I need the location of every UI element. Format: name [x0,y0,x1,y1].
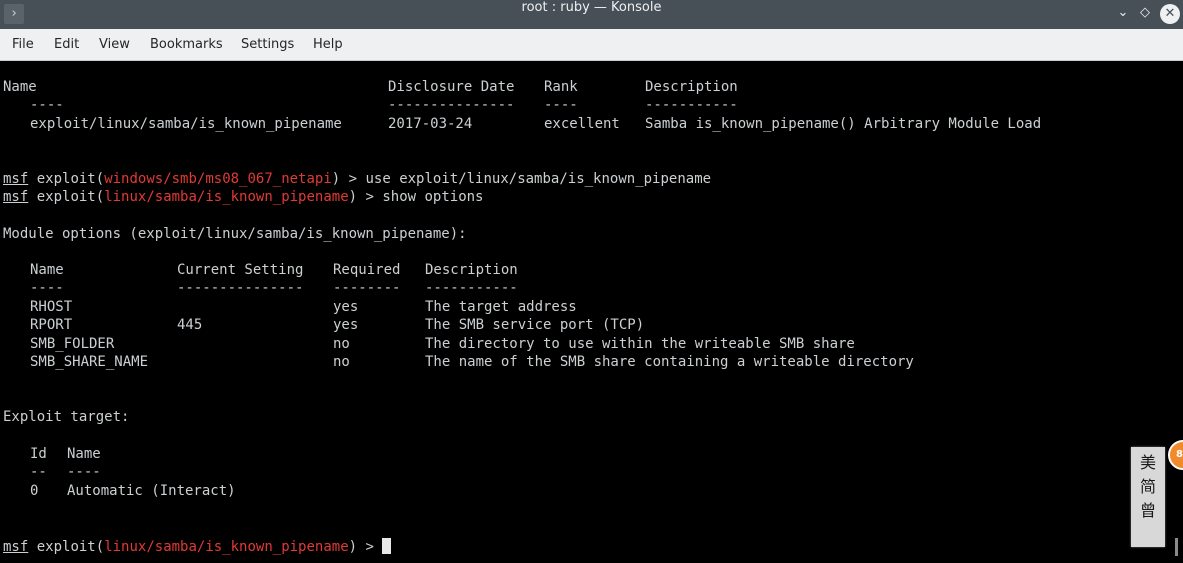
terminal-output[interactable]: Name Disclosure Date Rank Description ---- -… [0,61,1183,563]
command-input: use exploit/linux/samba/is_known_pipenam… [365,171,712,187]
option-required: yes [333,317,359,333]
separator: -------- [333,280,401,296]
separator: ---- [544,97,578,113]
option-name: RPORT [30,317,73,333]
exploit-label: exploit [36,171,96,187]
result-description: Samba is_known_pipename() Arbitrary Modu… [645,116,1042,132]
konsole-window: › root : ruby — Konsole ⌄ ◇ ✕ File Edit … [0,0,1183,563]
exploit-target-heading: Exploit target: [3,409,130,425]
menu-view[interactable]: View [99,29,130,60]
result-rank: excellent [544,116,620,132]
option-description: The target address [425,299,577,315]
col-disclosure-header: Disclosure Date [388,79,515,95]
col-name-header: Name [30,262,64,278]
separator: ---- [30,97,64,113]
col-id-header: Id [30,446,47,462]
col-required-header: Required [333,262,401,278]
menu-help[interactable]: Help [313,29,343,60]
title-bar[interactable]: › root : ruby — Konsole ⌄ ◇ ✕ [0,0,1183,29]
menu-settings[interactable]: Settings [241,29,294,60]
option-description: The directory to use within the writeabl… [425,336,855,352]
minimize-icon[interactable]: ⌄ [1114,5,1132,23]
command-line: msf exploit(windows/smb/ms08_067_netapi)… [3,171,712,187]
msf-prompt: msf [3,539,29,555]
menu-bar: File Edit View Bookmarks Settings Help [0,29,1183,61]
col-name-header: Name [3,79,37,95]
module-path: windows/smb/ms08_067_netapi [104,171,332,187]
exploit-label: exploit [36,539,96,555]
result-date: 2017-03-24 [388,116,473,132]
text-cursor [382,538,392,554]
option-description: The name of the SMB share containing a w… [425,354,914,370]
option-name: RHOST [30,299,73,315]
separator: -- [30,464,47,480]
col-description-header: Description [645,79,738,95]
window-title: root : ruby — Konsole [521,0,662,15]
separator: ----------- [645,97,738,113]
col-description-header: Description [425,262,518,278]
col-rank-header: Rank [544,79,578,95]
separator: --------------- [177,280,304,296]
option-name: SMB_SHARE_NAME [30,354,149,370]
search-header-row: Name Disclosure Date Rank Description [3,79,738,97]
module-path: linux/samba/is_known_pipename [104,189,349,205]
target-name: Automatic (Interact) [67,483,236,499]
module-path: linux/samba/is_known_pipename [104,539,349,555]
separator: --------------- [388,97,515,113]
side-widget-text: 美 简 曾 [1139,453,1156,520]
msf-prompt: msf [3,189,29,205]
col-current-setting-header: Current Setting [177,262,304,278]
menu-edit[interactable]: Edit [54,29,79,60]
module-options-heading: Module options (exploit/linux/samba/is_k… [3,226,467,242]
option-required: yes [333,299,359,315]
menu-file[interactable]: File [12,29,34,60]
target-id: 0 [30,483,39,499]
option-name: SMB_FOLDER [30,336,115,352]
exploit-label: exploit [36,189,96,205]
menu-bookmarks[interactable]: Bookmarks [150,29,223,60]
option-required: no [333,354,350,370]
col-name-header: Name [67,446,101,462]
current-prompt-line[interactable]: msf exploit(linux/samba/is_known_pipenam… [3,538,392,556]
command-line: msf exploit(linux/samba/is_known_pipenam… [3,189,484,205]
floating-side-widget[interactable]: 美 简 曾 [1131,447,1165,547]
option-value: 445 [177,317,203,333]
separator: ---- [30,280,64,296]
command-input: show options [382,189,484,205]
option-description: The SMB service port (TCP) [425,317,645,333]
result-name: exploit/linux/samba/is_known_pipename [30,116,342,132]
separator: ---- [67,464,101,480]
scrollbar-handle[interactable] [1175,538,1178,556]
msf-prompt: msf [3,171,29,187]
option-required: no [333,336,350,352]
separator: ----------- [425,280,518,296]
maximize-icon[interactable]: ◇ [1136,5,1154,23]
close-icon[interactable]: ✕ [1160,4,1180,24]
